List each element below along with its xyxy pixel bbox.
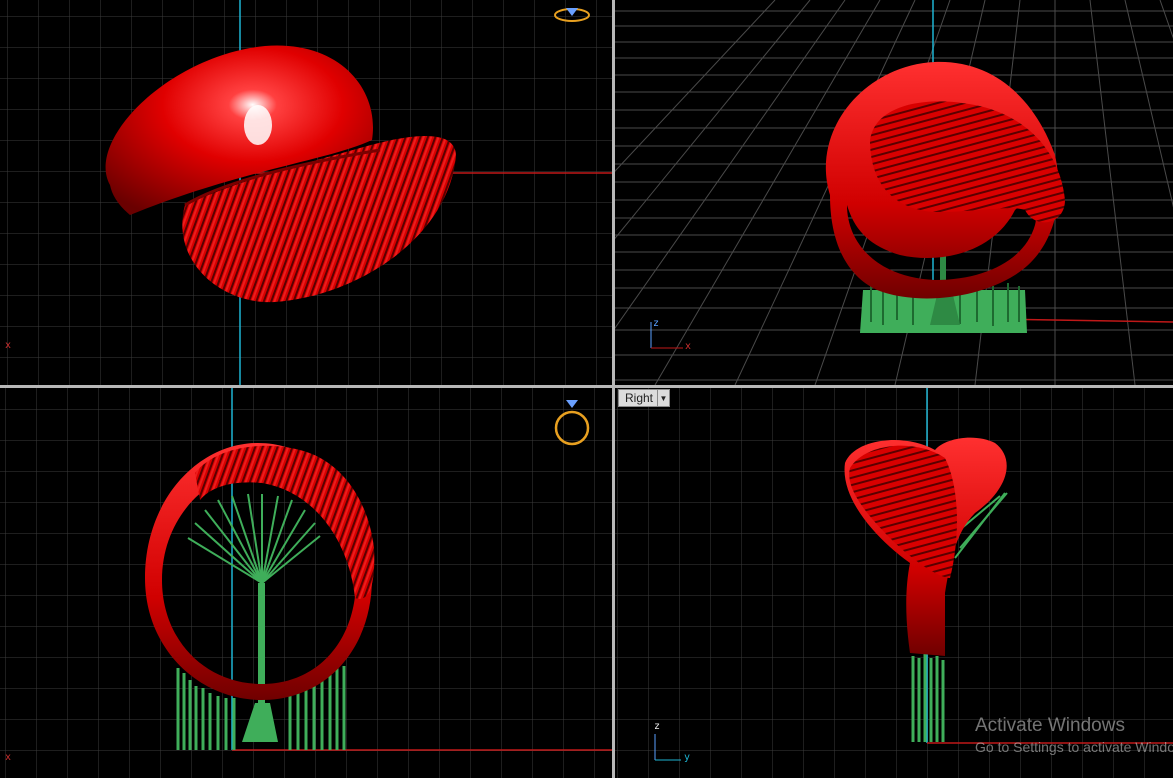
- axis-z-label: z: [653, 318, 660, 329]
- viewport-label-right[interactable]: Right ▼: [618, 389, 671, 407]
- axis-x-label: x: [685, 341, 692, 352]
- ring-viewcube-icon[interactable]: [552, 398, 592, 450]
- watermark-title: Activate Windows: [975, 715, 1125, 736]
- viewport-divider-horizontal[interactable]: [0, 385, 1173, 388]
- viewport-perspective-canvas: [615, 0, 1173, 385]
- chevron-down-icon[interactable]: ▼: [657, 390, 669, 406]
- viewport-label-text: Right: [625, 391, 654, 405]
- ring-viewcube-icon[interactable]: [552, 2, 592, 26]
- viewport-perspective[interactable]: z x: [615, 0, 1173, 385]
- viewport-divider-vertical[interactable]: [612, 0, 615, 778]
- watermark-subtitle: Go to Settings to activate Windows.: [975, 739, 1173, 755]
- axis-z-label: z: [654, 721, 661, 732]
- viewport-top[interactable]: x: [0, 0, 612, 385]
- viewport-front[interactable]: x: [0, 388, 612, 778]
- axis-y-label: y: [684, 752, 691, 763]
- activation-watermark: Activate Windows Go to Settings to activ…: [975, 715, 1173, 757]
- viewport-top-canvas: [0, 0, 612, 385]
- viewport-front-canvas: [0, 388, 612, 778]
- axis-x-label: x: [5, 340, 12, 351]
- axis-x-label: x: [5, 752, 12, 763]
